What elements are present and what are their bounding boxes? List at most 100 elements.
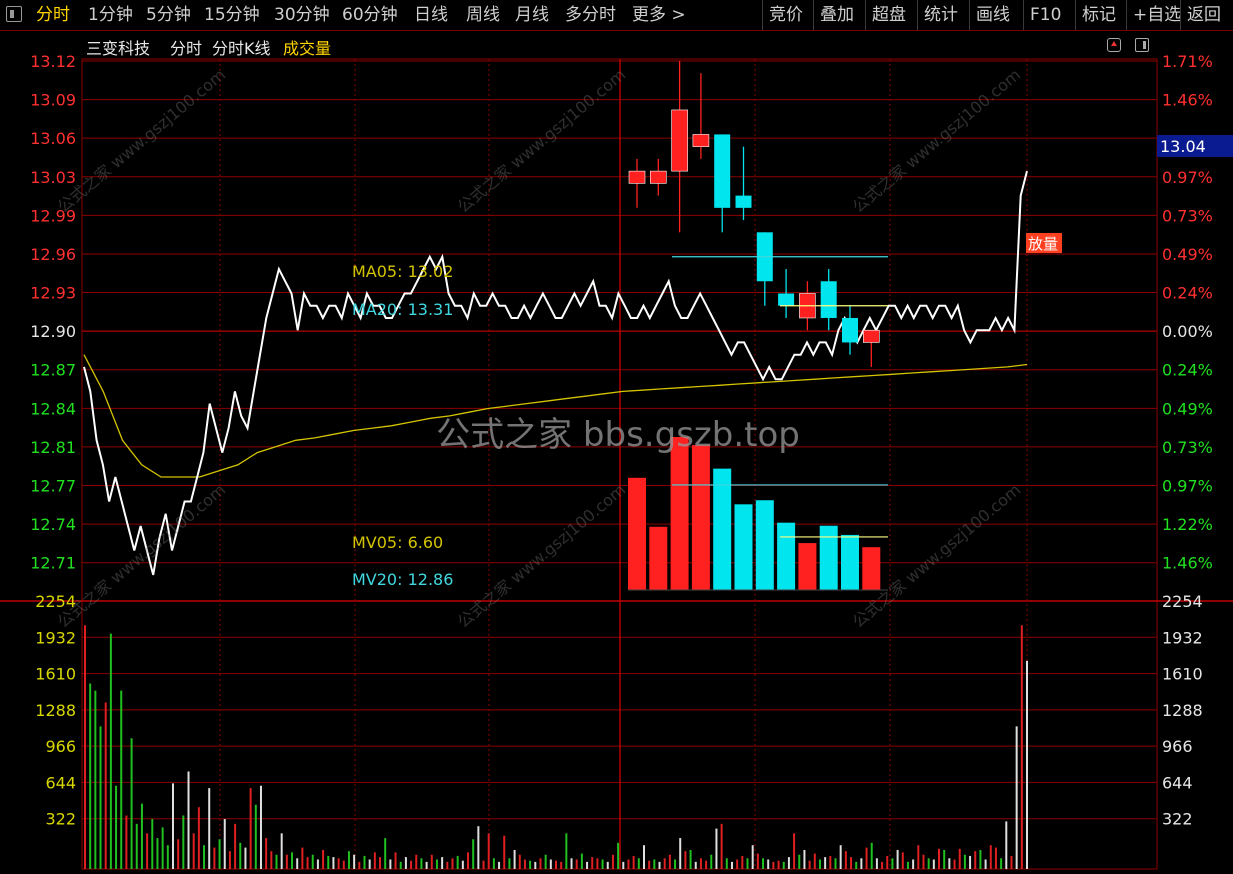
candle-body: [778, 293, 795, 306]
candle-body: [842, 317, 858, 343]
volume-tick-label-right: 1288: [1162, 701, 1203, 720]
tab-5[interactable]: 60分钟: [342, 0, 398, 30]
volume-tick-label-right: 1610: [1162, 665, 1203, 684]
pct-tick-label: 1.46%: [1162, 91, 1213, 110]
candle-body: [714, 134, 731, 208]
price-tick-label: 13.03: [30, 168, 76, 187]
candle-volume-bar: [691, 445, 710, 590]
candle-body: [735, 195, 752, 208]
tab-3[interactable]: 15分钟: [204, 0, 260, 30]
candle-volume-bar: [777, 522, 796, 590]
current-price-label: 13.04: [1160, 137, 1206, 156]
volume-tick-label-right: 644: [1162, 773, 1193, 792]
pct-tick-label: 0.97%: [1162, 477, 1213, 496]
volume-tick-label: 1610: [35, 665, 76, 684]
tool-button-2[interactable]: 超盘: [865, 0, 912, 30]
pct-tick-label: 0.49%: [1162, 245, 1213, 264]
tool-button-5[interactable]: F10: [1023, 0, 1067, 30]
pct-tick-label: 0.24%: [1162, 284, 1213, 303]
period-toolbar: 分时 1分钟 5分钟 15分钟 30分钟 60分钟 日线 周线 月线 多分时 更多 > 竞价 叠加 超盘统…: [0, 0, 1233, 31]
ma05-label: MA05: 13.02: [352, 262, 453, 281]
price-tick-label: 12.87: [30, 361, 76, 380]
kline-label[interactable]: 分时K线: [212, 35, 271, 59]
tab-8[interactable]: 月线: [515, 0, 549, 30]
price-tick-label: 12.74: [30, 515, 76, 534]
tool-button-6[interactable]: 标记: [1075, 0, 1122, 30]
tab-10[interactable]: 更多 >: [632, 0, 686, 30]
candle-volume-bar: [628, 477, 646, 590]
tab-9[interactable]: 多分时: [565, 0, 616, 30]
tab-6[interactable]: 日线: [414, 0, 448, 30]
watermark-small: 公式之家 www.gszj100.com: [849, 65, 1024, 217]
pct-tick-label: 0.73%: [1162, 438, 1213, 457]
watermark-small: 公式之家 www.gszj100.com: [54, 65, 229, 217]
tab-7[interactable]: 周线: [466, 0, 500, 30]
tool-button-0[interactable]: 竞价: [762, 0, 809, 30]
price-line: [83, 170, 1028, 576]
sidebar-toggle-icon[interactable]: [6, 6, 22, 22]
candle-volume-bar: [755, 500, 774, 590]
stock-name: 三变科技: [86, 39, 151, 58]
candle-body: [671, 109, 688, 172]
volume-tick-label: 966: [45, 737, 76, 756]
pct-tick-label: 0.00%: [1162, 322, 1213, 341]
panel-toggle-icon[interactable]: [1135, 38, 1149, 52]
price-tick-label: 12.96: [30, 245, 76, 264]
candle-body: [820, 281, 837, 318]
mv20-label: MV20: 12.86: [352, 570, 453, 589]
pct-tick-label: 1.46%: [1162, 554, 1213, 573]
watermark-small: 公式之家 www.gszj100.com: [54, 480, 229, 632]
price-tick-label: 12.84: [30, 399, 76, 418]
candle-volume-bar: [862, 547, 881, 590]
ma20-label: MA20: 13.31: [352, 300, 453, 319]
tab-2[interactable]: 5分钟: [146, 0, 191, 30]
tool-button-8[interactable]: 返回: [1180, 0, 1227, 30]
volume-tick-label-right: 322: [1162, 810, 1193, 829]
candle-volume-bar: [649, 526, 668, 590]
mv05-label: MV05: 6.60: [352, 533, 443, 552]
pct-tick-label: 0.97%: [1162, 168, 1213, 187]
candle-body: [862, 329, 880, 343]
watermark-small: 公式之家 www.gszj100.com: [454, 480, 629, 632]
price-tick-label: 12.93: [30, 284, 76, 303]
price-tick-label: 13.06: [30, 129, 76, 148]
candle-volume-bar: [670, 437, 689, 590]
tool-button-1[interactable]: 叠加: [813, 0, 860, 30]
candle-volume-bar: [841, 534, 859, 590]
tab-0[interactable]: 分时: [36, 0, 70, 30]
candle-volume-bar: [819, 525, 838, 590]
price-tick-label: 12.71: [30, 554, 76, 573]
volume-tick-label: 1932: [35, 628, 76, 647]
volume-surge-label: 放量: [1028, 235, 1058, 253]
tool-button-3[interactable]: 统计: [917, 0, 964, 30]
price-tick-label: 13.09: [30, 91, 76, 110]
volume-tick-label: 644: [45, 773, 76, 792]
candle-body: [628, 170, 646, 184]
tool-button-7[interactable]: +自选: [1126, 0, 1187, 30]
tab-4[interactable]: 30分钟: [274, 0, 330, 30]
candle-body: [692, 134, 710, 147]
tab-1[interactable]: 1分钟: [88, 0, 133, 30]
price-tick-label: 13.12: [30, 52, 76, 71]
volume-tick-label-right: 1932: [1162, 628, 1203, 647]
candle-volume-bar: [798, 543, 817, 590]
mode-label[interactable]: 分时: [170, 35, 202, 59]
candle-volume-bar: [713, 468, 732, 590]
volume-tick-label-right: 2254: [1162, 592, 1203, 611]
price-tick-label: 12.90: [30, 322, 76, 341]
candle-body: [649, 170, 667, 184]
price-tick-label: 12.77: [30, 477, 76, 496]
pct-tick-label: 0.24%: [1162, 361, 1213, 380]
intraday-chart: 13.12 1.71%13.09 1.46%13.0613.03 0.97%12.99…: [0, 52, 1233, 870]
scroll-up-icon[interactable]: [1107, 38, 1121, 52]
candle-volume-bar: [734, 504, 753, 590]
pct-tick-label: 0.49%: [1162, 399, 1213, 418]
pct-tick-label: 1.71%: [1162, 52, 1213, 71]
price-tick-label: 12.81: [30, 438, 76, 457]
pct-tick-label: 0.73%: [1162, 206, 1213, 225]
watermark-small: 公式之家 www.gszj100.com: [454, 65, 629, 217]
watermark-text: 公式之家 bbs.gszb.top: [436, 415, 800, 455]
volume-label[interactable]: 成交量: [283, 35, 331, 59]
volume-tick-label: 1288: [35, 701, 76, 720]
tool-button-4[interactable]: 画线: [969, 0, 1016, 30]
